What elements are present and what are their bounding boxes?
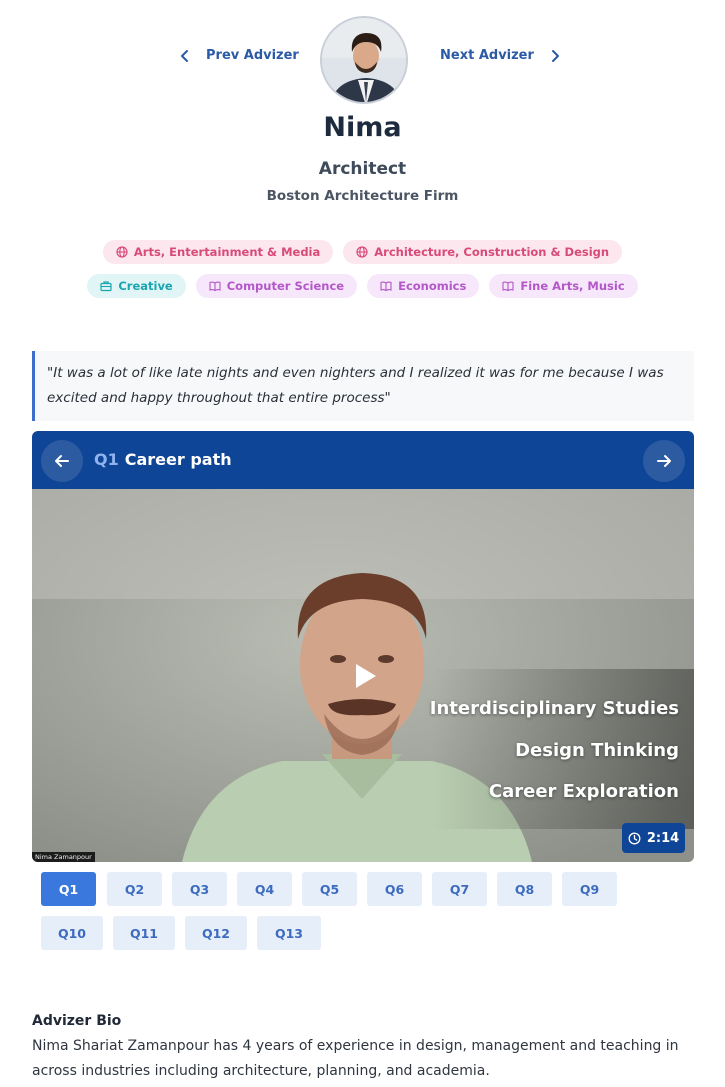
- tag-label: Creative: [118, 279, 173, 293]
- avatar: [320, 16, 408, 104]
- briefcase-icon: [100, 281, 112, 292]
- question-button-q6[interactable]: Q6: [367, 872, 422, 906]
- clock-icon: [628, 832, 641, 844]
- arrow-left-icon: [55, 455, 69, 467]
- next-question-button[interactable]: [643, 440, 685, 482]
- question-header: Q1 Career path: [32, 431, 694, 489]
- question-button-q7[interactable]: Q7: [432, 872, 487, 906]
- next-advizer-label: Next Advizer: [440, 48, 534, 63]
- question-button-q8[interactable]: Q8: [497, 872, 552, 906]
- prev-advizer-link[interactable]: Prev Advizer: [178, 48, 299, 63]
- question-button-q11[interactable]: Q11: [113, 916, 175, 950]
- tag-label: Architecture, Construction & Design: [374, 245, 610, 259]
- video-topic-label: Interdisciplinary Studies: [429, 698, 679, 719]
- tag-major[interactable]: Fine Arts, Music: [489, 274, 638, 298]
- question-button-q12[interactable]: Q12: [185, 916, 247, 950]
- question-button-q5[interactable]: Q5: [302, 872, 357, 906]
- question-button-q3[interactable]: Q3: [172, 872, 227, 906]
- advizer-name: Nima: [323, 112, 402, 143]
- video-topic-label: Design Thinking: [515, 740, 679, 761]
- globe-icon: [356, 246, 368, 258]
- tag-row-skills: Creative Computer Science Economics Fine…: [0, 274, 725, 298]
- advizer-quote: "It was a lot of like late nights and ev…: [32, 351, 694, 421]
- book-icon: [502, 281, 514, 292]
- question-button-q1[interactable]: Q1: [41, 872, 96, 906]
- question-button-q10[interactable]: Q10: [41, 916, 103, 950]
- question-button-q2[interactable]: Q2: [107, 872, 162, 906]
- book-icon: [209, 281, 221, 292]
- video-player[interactable]: Interdisciplinary Studies Design Thinkin…: [32, 489, 694, 862]
- question-button-q13[interactable]: Q13: [257, 916, 321, 950]
- play-icon[interactable]: [350, 661, 380, 691]
- advizer-role: Architect: [318, 159, 407, 179]
- globe-icon: [116, 246, 128, 258]
- question-button-q9[interactable]: Q9: [562, 872, 617, 906]
- tag-label: Computer Science: [226, 279, 345, 293]
- book-icon: [380, 281, 392, 292]
- chevron-right-icon: [551, 49, 559, 62]
- tag-major[interactable]: Economics: [367, 274, 480, 298]
- question-number: Q1: [94, 450, 119, 469]
- question-text: Career path: [124, 450, 232, 469]
- next-advizer-link[interactable]: Next Advizer: [440, 48, 562, 63]
- tag-major[interactable]: Computer Science: [195, 274, 358, 298]
- video-duration-badge: 2:14: [622, 823, 685, 853]
- tag-label: Economics: [398, 279, 467, 293]
- tag-industry[interactable]: Architecture, Construction & Design: [343, 240, 623, 264]
- question-button-q4[interactable]: Q4: [237, 872, 292, 906]
- tag-personality[interactable]: Creative: [87, 274, 186, 298]
- advizer-company: Boston Architecture Firm: [266, 188, 459, 204]
- tag-row-industries: Arts, Entertainment & Media Architecture…: [0, 240, 725, 264]
- bio-heading: Advizer Bio: [32, 1013, 122, 1029]
- question-title: Q1 Career path: [94, 450, 232, 469]
- arrow-right-icon: [657, 455, 671, 467]
- tag-label: Fine Arts, Music: [520, 279, 625, 293]
- prev-advizer-label: Prev Advizer: [206, 48, 299, 63]
- video-speaker-label: Nima Zamanpour: [32, 852, 95, 862]
- bio-text: Nima Shariat Zamanpour has 4 years of ex…: [32, 1038, 679, 1079]
- tag-industry[interactable]: Arts, Entertainment & Media: [102, 240, 334, 264]
- tag-label: Arts, Entertainment & Media: [133, 245, 321, 259]
- video-duration: 2:14: [646, 830, 680, 846]
- previous-question-button[interactable]: [41, 440, 83, 482]
- video-topic-label: Career Exploration: [488, 781, 679, 802]
- chevron-left-icon: [181, 49, 188, 62]
